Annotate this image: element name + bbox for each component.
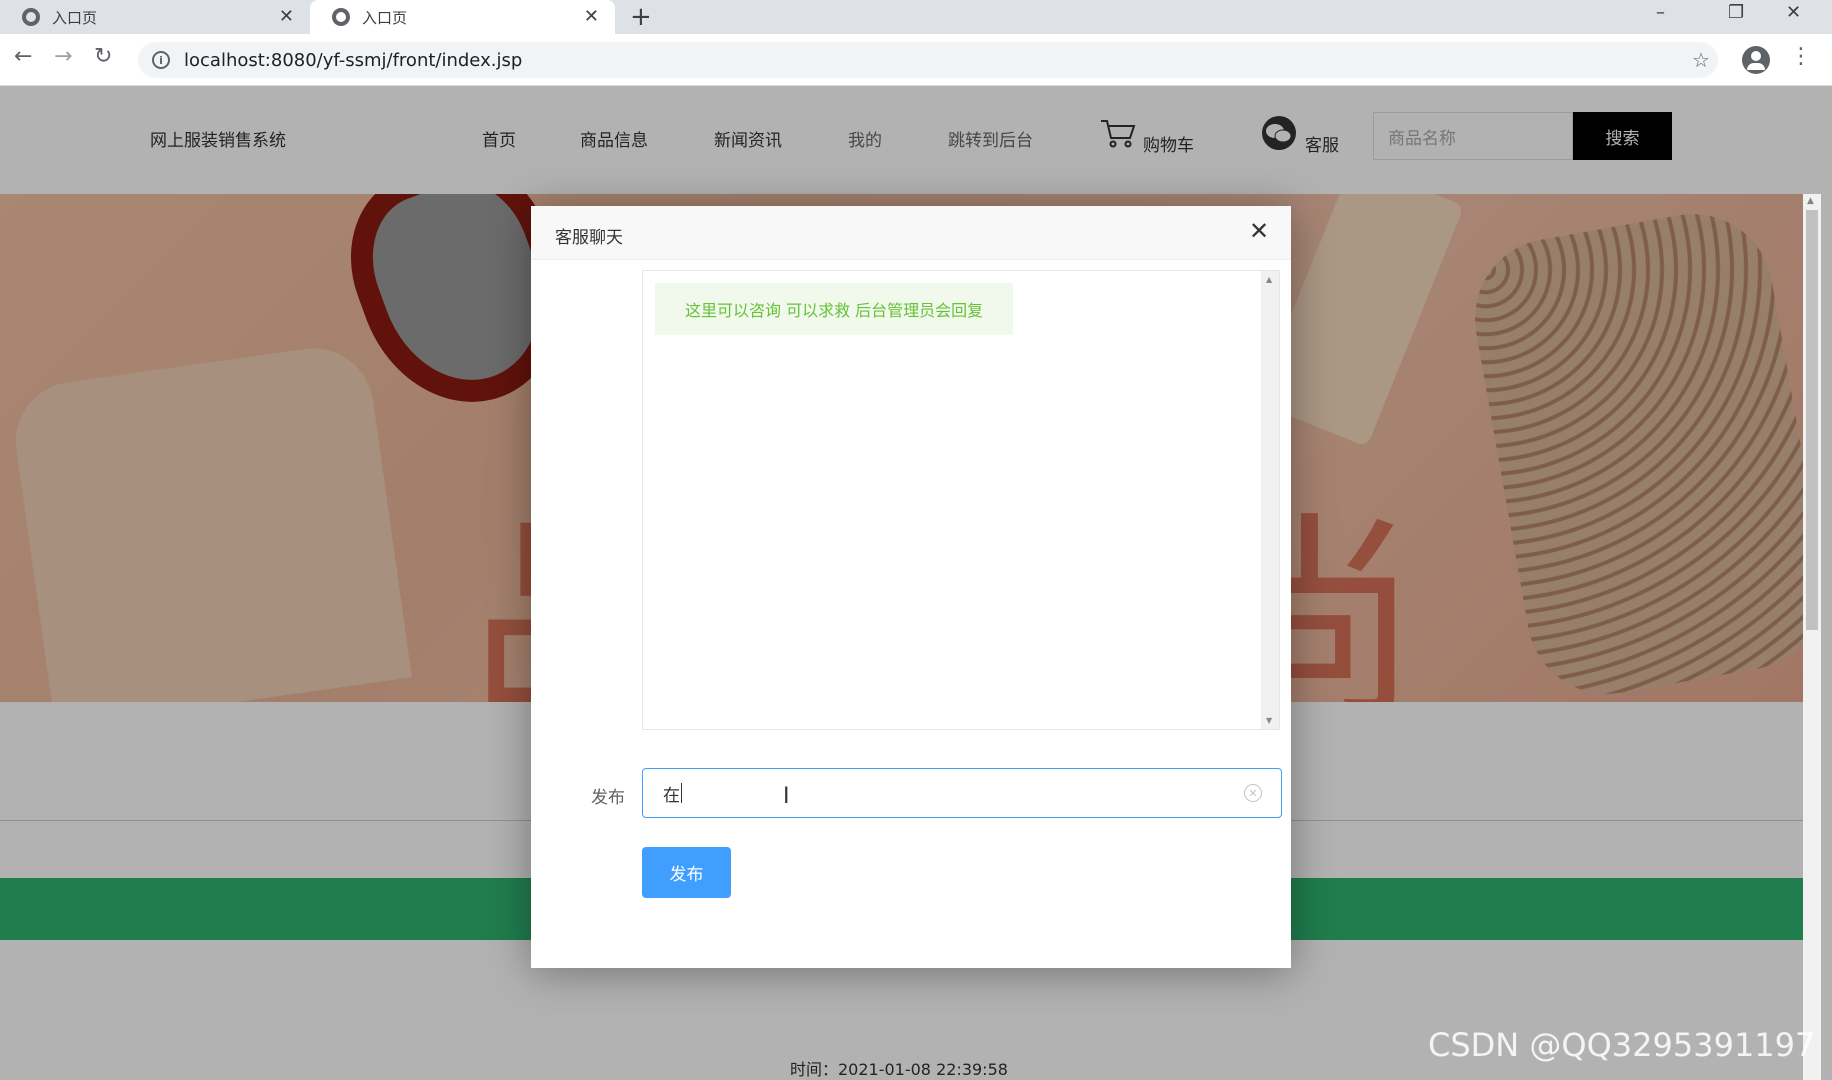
forward-icon[interactable]: → xyxy=(54,44,72,69)
back-icon[interactable]: ← xyxy=(14,44,32,69)
chat-dialog: 客服聊天 ✕ 这里可以咨询 可以求救 后台管理员会回复 ▲ ▼ 发布 在 ✕ I… xyxy=(531,206,1291,968)
watermark: CSDN @QQ3295391197 xyxy=(1428,1026,1816,1064)
info-icon[interactable]: i xyxy=(152,51,170,69)
page-scrollbar[interactable]: ▲ xyxy=(1803,194,1821,1080)
star-icon[interactable]: ☆ xyxy=(1692,48,1710,72)
address-bar: ← → ↻ i localhost:8080/yf-ssmj/front/ind… xyxy=(0,34,1832,86)
i-beam-cursor-icon: I xyxy=(783,784,790,809)
window-close-button[interactable]: ✕ xyxy=(1786,2,1801,23)
minimize-button[interactable]: – xyxy=(1656,2,1665,23)
reload-icon[interactable]: ↻ xyxy=(94,44,112,69)
clear-icon[interactable]: ✕ xyxy=(1244,784,1262,802)
chat-message: 这里可以咨询 可以求救 后台管理员会回复 xyxy=(655,283,1014,335)
close-icon[interactable]: ✕ xyxy=(1249,217,1269,245)
scroll-down-icon[interactable]: ▼ xyxy=(1266,716,1272,725)
browser-tab-active[interactable]: 入口页 ✕ xyxy=(310,0,615,34)
dialog-title: 客服聊天 xyxy=(555,228,623,248)
tab-title: 入口页 xyxy=(52,8,98,27)
text-caret xyxy=(681,783,682,803)
dialog-header: 客服聊天 ✕ xyxy=(531,206,1291,260)
message-input-value: 在 xyxy=(663,785,680,806)
message-input[interactable]: 在 xyxy=(642,768,1282,818)
message-label: 发布 xyxy=(591,788,625,808)
scroll-up-icon[interactable]: ▲ xyxy=(1266,275,1272,284)
chat-scrollbar[interactable]: ▲ ▼ xyxy=(1261,271,1279,729)
browser-tab-bar: 入口页 ✕ 入口页 ✕ + – ❐ ✕ xyxy=(0,0,1832,34)
close-icon[interactable]: ✕ xyxy=(584,6,599,27)
scroll-up-icon[interactable]: ▲ xyxy=(1807,196,1814,206)
chat-history[interactable]: 这里可以咨询 可以求救 后台管理员会回复 ▲ ▼ xyxy=(642,270,1280,730)
url-text: localhost:8080/yf-ssmj/front/index.jsp xyxy=(184,49,523,71)
tab-title: 入口页 xyxy=(362,8,408,27)
close-icon[interactable]: ✕ xyxy=(279,6,294,27)
menu-icon[interactable]: ⋮ xyxy=(1790,44,1812,69)
globe-icon xyxy=(332,8,350,26)
profile-icon[interactable] xyxy=(1742,46,1770,74)
new-tab-button[interactable]: + xyxy=(630,2,652,32)
submit-button[interactable]: 发布 xyxy=(642,847,731,898)
url-field[interactable]: i localhost:8080/yf-ssmj/front/index.jsp xyxy=(138,42,1718,78)
restore-button[interactable]: ❐ xyxy=(1728,2,1744,23)
browser-tab[interactable]: 入口页 ✕ xyxy=(0,0,310,34)
scrollbar-thumb[interactable] xyxy=(1806,210,1818,630)
globe-icon xyxy=(22,8,40,26)
